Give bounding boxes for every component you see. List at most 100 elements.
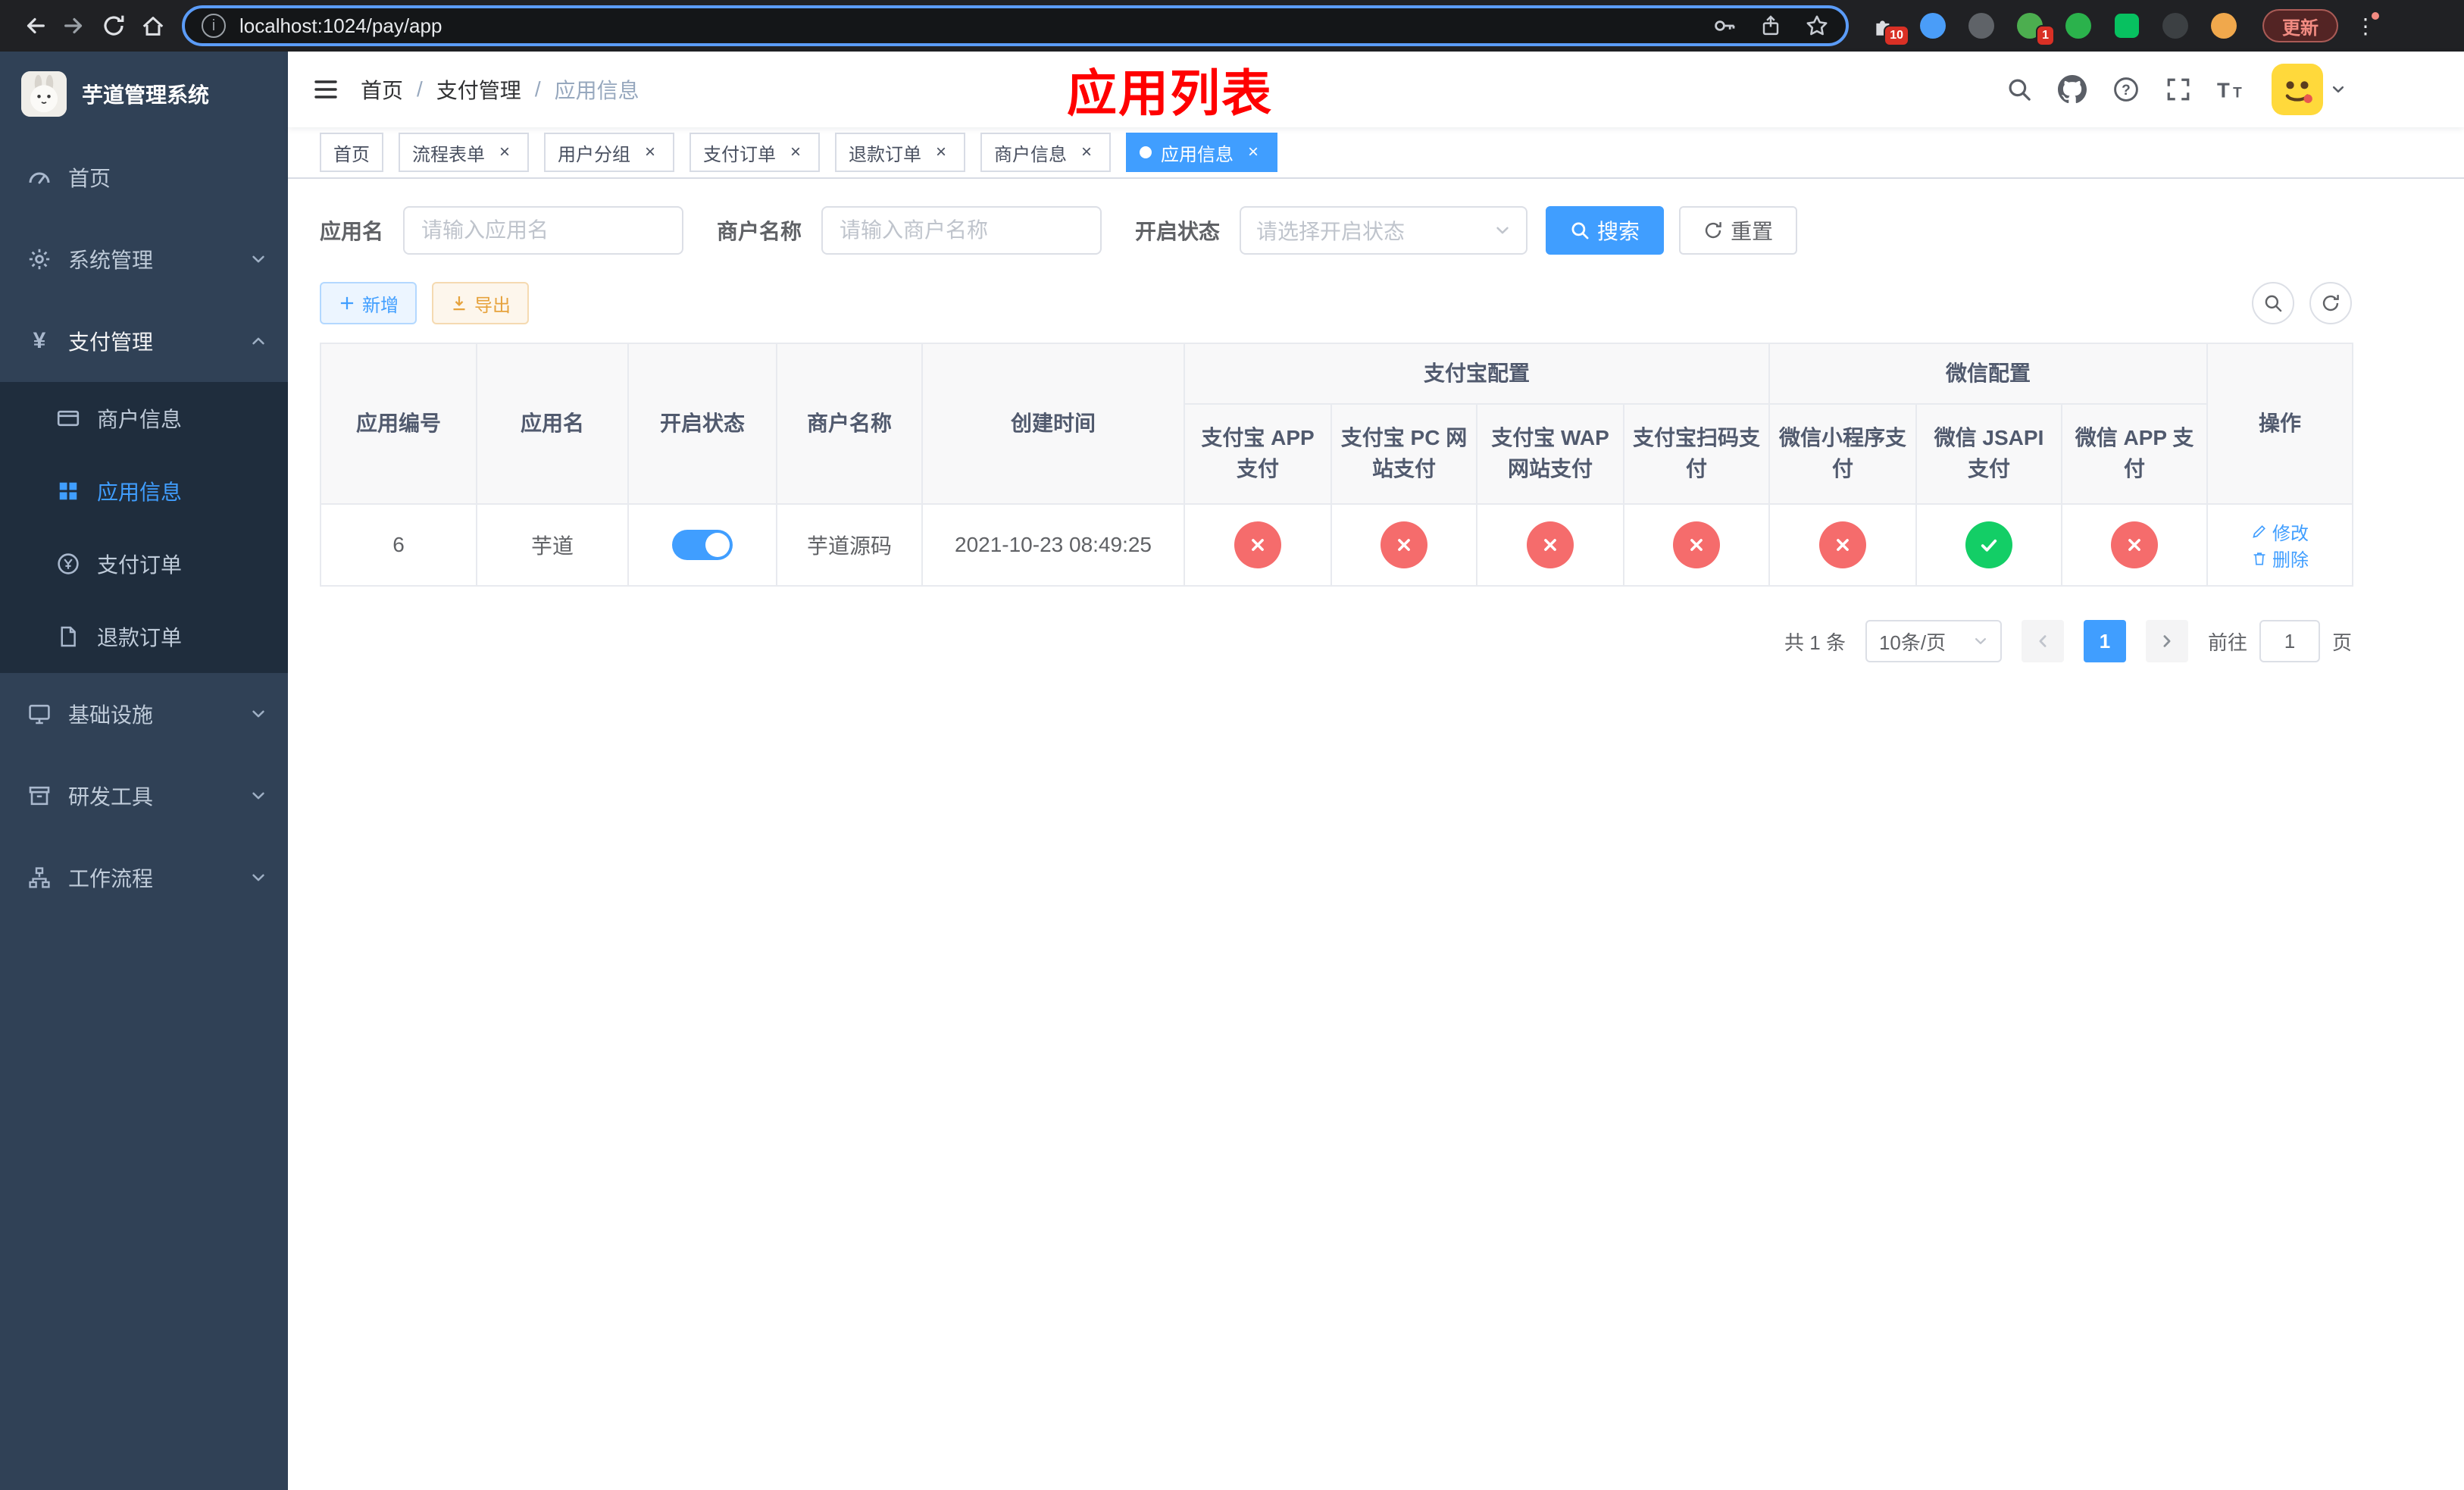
- sidebar-item-pay-orders[interactable]: 支付订单: [0, 527, 288, 600]
- browser-home-icon[interactable]: [133, 6, 173, 45]
- col-header-status: 开启状态: [627, 343, 777, 505]
- gear-icon: [26, 247, 53, 271]
- status-select[interactable]: 请选择开启状态: [1240, 206, 1528, 255]
- tags-view: 首页 流程表单 × 用户分组 × 支付订单 × 退款订单 × 商户信息 × 应用…: [288, 127, 2464, 179]
- font-size-icon[interactable]: TT: [2217, 77, 2246, 102]
- sidebar-item-workflow[interactable]: 工作流程: [0, 837, 288, 919]
- add-button[interactable]: 新增: [320, 282, 417, 324]
- breadcrumb-separator: /: [534, 77, 541, 101]
- tab-pay-orders[interactable]: 支付订单 ×: [689, 133, 820, 172]
- export-button[interactable]: 导出: [432, 282, 529, 324]
- page-size-select[interactable]: 10条/页: [1865, 620, 2002, 662]
- help-icon[interactable]: ?: [2112, 76, 2140, 103]
- sidebar-item-dev-tools[interactable]: 研发工具: [0, 755, 288, 837]
- fullscreen-icon[interactable]: [2165, 77, 2191, 102]
- reset-button[interactable]: 重置: [1679, 206, 1798, 255]
- sidebar-item-label: 商户信息: [97, 408, 183, 431]
- share-icon[interactable]: [1759, 14, 1782, 37]
- pagination: 共 1 条 10条/页 1 前往 1 页: [320, 620, 2352, 662]
- tab-home[interactable]: 首页: [320, 133, 383, 172]
- wx-jsapi-status-icon: [1965, 521, 2013, 568]
- close-icon[interactable]: ×: [1076, 142, 1097, 163]
- prev-page-button[interactable]: [2021, 620, 2064, 662]
- search-button[interactable]: 搜索: [1546, 206, 1665, 255]
- page-size-value: 10条/页: [1878, 631, 1946, 654]
- pagination-total: 共 1 条: [1784, 631, 1846, 654]
- toolbox-icon: [26, 784, 53, 808]
- sidebar-item-merchant-info[interactable]: 商户信息: [0, 382, 288, 455]
- address-bar[interactable]: i localhost:1024/pay/app: [182, 5, 1849, 46]
- merchant-input[interactable]: [821, 206, 1102, 255]
- col-header-alipay-wap: 支付宝 WAP 网站支付: [1476, 403, 1624, 505]
- toggle-search-button[interactable]: [2252, 282, 2294, 324]
- tab-app-info[interactable]: 应用信息 ×: [1126, 133, 1277, 172]
- browser-update-button[interactable]: 更新: [2262, 9, 2338, 42]
- close-icon[interactable]: ×: [785, 142, 806, 163]
- extension-icon-green-circle[interactable]: [2064, 11, 2093, 40]
- breadcrumb: 首页 / 支付管理 / 应用信息: [361, 74, 639, 105]
- user-menu[interactable]: [2272, 64, 2346, 115]
- password-key-icon[interactable]: [1712, 14, 1737, 38]
- navbar-actions: ? TT: [2006, 64, 2346, 115]
- main-area: 首页 / 支付管理 / 应用信息 应用列表 ? T T 首页 流程表单 × 用户…: [288, 52, 2464, 1490]
- extension-badge-2: 1: [2036, 25, 2055, 46]
- extension-icon-face[interactable]: [2209, 11, 2238, 40]
- breadcrumb-home[interactable]: 首页: [361, 74, 403, 105]
- goto-page-input[interactable]: [2259, 620, 2320, 662]
- cell-app-name: 芋道: [476, 503, 629, 587]
- next-page-button[interactable]: [2145, 620, 2188, 662]
- close-icon[interactable]: ×: [1243, 142, 1264, 163]
- chevron-down-icon: [250, 869, 267, 886]
- extension-icon-blue[interactable]: [1918, 11, 1947, 40]
- col-header-alipay-app: 支付宝 APP 支付: [1184, 403, 1332, 505]
- dashboard-icon: [26, 165, 53, 189]
- edit-link[interactable]: 修改: [2251, 518, 2309, 545]
- tab-process-form[interactable]: 流程表单 ×: [399, 133, 529, 172]
- extension-icon-pin[interactable]: [2161, 11, 2190, 40]
- tab-label: 首页: [333, 144, 370, 165]
- bookmark-star-icon[interactable]: [1805, 14, 1829, 38]
- browser-forward-icon[interactable]: [55, 6, 94, 45]
- site-info-icon[interactable]: i: [202, 14, 226, 38]
- edit-link-label: 修改: [2272, 523, 2309, 544]
- cell-actions: 修改 删除: [2206, 503, 2354, 587]
- refresh-button[interactable]: [2309, 282, 2352, 324]
- browser-reload-icon[interactable]: [94, 6, 133, 45]
- sidebar-item-app-info[interactable]: 应用信息: [0, 455, 288, 527]
- delete-link[interactable]: 删除: [2251, 545, 2309, 571]
- col-header-alipay-qr: 支付宝扫码支付: [1622, 403, 1771, 505]
- merchant-label: 商户名称: [717, 220, 802, 243]
- status-toggle[interactable]: [672, 530, 733, 560]
- extension-icon-colorful[interactable]: 1: [2015, 11, 2055, 46]
- tab-label: 退款订单: [849, 144, 921, 165]
- sidebar-item-system[interactable]: 系统管理: [0, 218, 288, 300]
- tab-user-group[interactable]: 用户分组 ×: [544, 133, 674, 172]
- extensions-puzzle-icon[interactable]: 10: [1870, 11, 1909, 46]
- tab-refund-orders[interactable]: 退款订单 ×: [835, 133, 965, 172]
- sidebar-item-label: 支付管理: [68, 330, 154, 354]
- close-icon[interactable]: ×: [930, 142, 952, 163]
- sidebar-item-home[interactable]: 首页: [0, 136, 288, 218]
- extension-icon-dark[interactable]: [1967, 11, 1996, 40]
- browser-back-icon[interactable]: [15, 6, 55, 45]
- sidebar-item-payment[interactable]: ¥ 支付管理: [0, 300, 288, 382]
- sidebar-item-refund-orders[interactable]: 退款订单: [0, 600, 288, 673]
- status-label: 开启状态: [1135, 220, 1221, 243]
- appname-input[interactable]: [403, 206, 684, 255]
- col-header-merchant: 商户名称: [776, 343, 923, 505]
- search-icon[interactable]: [2006, 77, 2032, 102]
- sidebar-item-infrastructure[interactable]: 基础设施: [0, 673, 288, 755]
- tab-merchant-info[interactable]: 商户信息 ×: [980, 133, 1111, 172]
- sidebar-toggle-icon[interactable]: [312, 76, 339, 103]
- close-icon[interactable]: ×: [494, 142, 515, 163]
- breadcrumb-payment[interactable]: 支付管理: [436, 74, 521, 105]
- browser-menu-icon[interactable]: ⋮: [2350, 11, 2381, 39]
- alipay-app-status-icon: [1234, 521, 1281, 568]
- extension-icon-green-square[interactable]: [2112, 11, 2141, 40]
- page-number-1[interactable]: 1: [2083, 620, 2126, 662]
- cell-status: [627, 503, 777, 587]
- tab-label: 用户分组: [558, 144, 630, 165]
- github-icon[interactable]: [2058, 75, 2087, 104]
- navbar: 首页 / 支付管理 / 应用信息 应用列表 ? T T: [288, 52, 2464, 127]
- close-icon[interactable]: ×: [639, 142, 661, 163]
